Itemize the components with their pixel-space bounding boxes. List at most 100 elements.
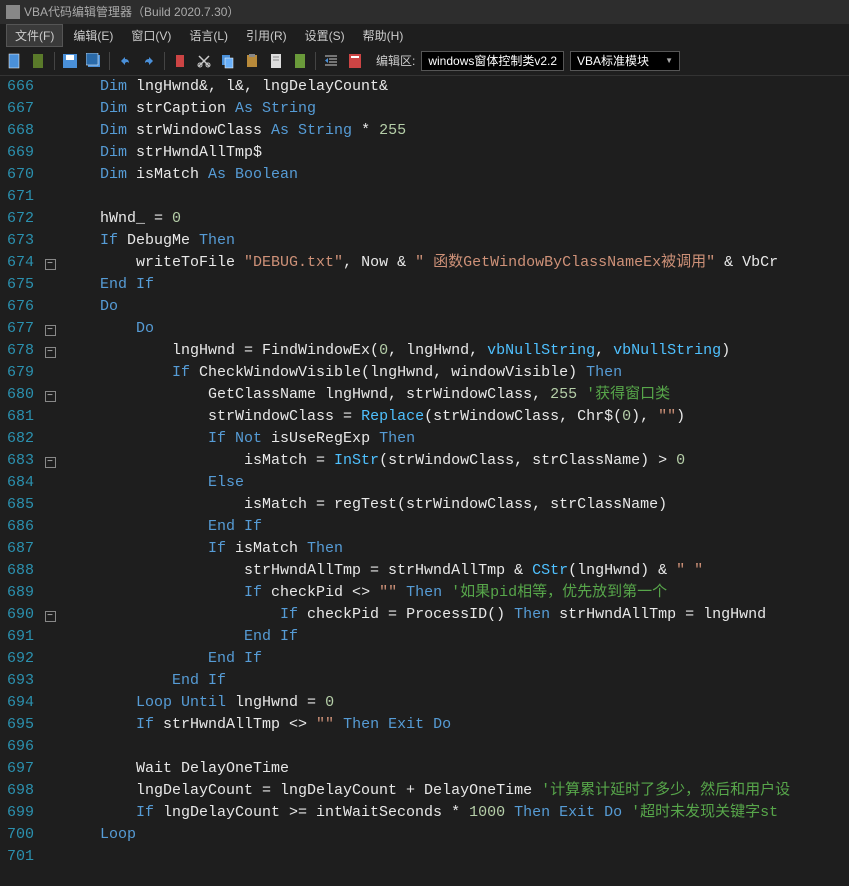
code-line[interactable]: If Not isUseRegExp Then — [60, 428, 849, 450]
window-title: VBA代码编辑管理器（Build 2020.7.30） — [24, 0, 239, 24]
line-number: 686 — [0, 516, 34, 538]
menu-help[interactable]: 帮助(H) — [355, 25, 412, 46]
menu-window[interactable]: 窗口(V) — [123, 25, 179, 46]
combo-type-value: VBA标准模块 — [577, 52, 649, 69]
code-line[interactable]: Do — [60, 318, 849, 340]
undo-icon[interactable] — [116, 52, 134, 70]
combo-module[interactable]: windows窗体控制类v2.2 — [421, 51, 564, 71]
separator — [109, 52, 110, 70]
code-line[interactable]: lngDelayCount = lngDelayCount + DelayOne… — [60, 780, 849, 802]
copy-icon[interactable] — [219, 52, 237, 70]
separator — [315, 52, 316, 70]
fold-toggle[interactable]: − — [45, 391, 56, 402]
line-number: 678 — [0, 340, 34, 362]
code-line[interactable] — [60, 736, 849, 758]
line-number: 675 — [0, 274, 34, 296]
line-number: 673 — [0, 230, 34, 252]
line-number: 679 — [0, 362, 34, 384]
code-line[interactable]: Dim strWindowClass As String * 255 — [60, 120, 849, 142]
code-area[interactable]: Dim lngHwnd&, l&, lngDelayCount& Dim str… — [60, 76, 849, 886]
code-line[interactable]: lngHwnd = FindWindowEx(0, lngHwnd, vbNul… — [60, 340, 849, 362]
code-line[interactable]: isMatch = InStr(strWindowClass, strClass… — [60, 450, 849, 472]
paste-icon[interactable] — [243, 52, 261, 70]
code-line[interactable]: Dim strHwndAllTmp$ — [60, 142, 849, 164]
indent-icon[interactable] — [322, 52, 340, 70]
save-icon[interactable] — [61, 52, 79, 70]
line-number: 693 — [0, 670, 34, 692]
format-icon[interactable] — [346, 52, 364, 70]
line-number: 667 — [0, 98, 34, 120]
line-number: 684 — [0, 472, 34, 494]
doc1-icon[interactable] — [267, 52, 285, 70]
code-line[interactable]: If lngDelayCount >= intWaitSeconds * 100… — [60, 802, 849, 824]
combo-type[interactable]: VBA标准模块 ▼ — [570, 51, 680, 71]
menu-reference[interactable]: 引用(R) — [238, 25, 295, 46]
cut-icon[interactable] — [195, 52, 213, 70]
code-line[interactable]: If checkPid <> "" Then '如果pid相等，优先放到第一个 — [60, 582, 849, 604]
menu-settings[interactable]: 设置(S) — [297, 25, 353, 46]
code-line[interactable]: If checkPid = ProcessID() Then strHwndAl… — [60, 604, 849, 626]
code-line[interactable]: Do — [60, 296, 849, 318]
code-line[interactable]: End If — [60, 670, 849, 692]
titlebar: VBA代码编辑管理器（Build 2020.7.30） — [0, 0, 849, 24]
doc2-icon[interactable] — [291, 52, 309, 70]
code-line[interactable]: If isMatch Then — [60, 538, 849, 560]
line-number: 690 — [0, 604, 34, 626]
code-line[interactable]: Wait DelayOneTime — [60, 758, 849, 780]
code-line[interactable]: Dim lngHwnd&, l&, lngDelayCount& — [60, 76, 849, 98]
code-line[interactable]: strWindowClass = Replace(strWindowClass,… — [60, 406, 849, 428]
code-line[interactable]: Else — [60, 472, 849, 494]
fold-toggle[interactable]: − — [45, 347, 56, 358]
line-number: 691 — [0, 626, 34, 648]
fold-toggle[interactable]: − — [45, 259, 56, 270]
menu-file[interactable]: 文件(F) — [6, 24, 63, 47]
fold-toggle[interactable]: − — [45, 457, 56, 468]
code-line[interactable]: If DebugMe Then — [60, 230, 849, 252]
line-number: 701 — [0, 846, 34, 868]
fold-toggle[interactable]: − — [45, 325, 56, 336]
code-line[interactable]: Loop — [60, 824, 849, 846]
line-number: 680 — [0, 384, 34, 406]
code-line[interactable]: End If — [60, 648, 849, 670]
code-line[interactable] — [60, 186, 849, 208]
new-file-icon[interactable] — [6, 52, 24, 70]
line-number-gutter: 6666676686696706716726736746756766776786… — [0, 76, 40, 886]
code-line[interactable]: writeToFile "DEBUG.txt", Now & " 函数GetWi… — [60, 252, 849, 274]
code-line[interactable]: Dim strCaption As String — [60, 98, 849, 120]
code-line[interactable]: End If — [60, 274, 849, 296]
line-number: 692 — [0, 648, 34, 670]
code-line[interactable] — [60, 846, 849, 868]
code-line[interactable]: Dim isMatch As Boolean — [60, 164, 849, 186]
fold-column[interactable]: − − − − − − — [40, 76, 60, 886]
save-all-icon[interactable] — [85, 52, 103, 70]
line-number: 699 — [0, 802, 34, 824]
menu-edit[interactable]: 编辑(E) — [65, 25, 121, 46]
app-icon — [6, 5, 20, 19]
code-line[interactable]: GetClassName lngHwnd, strWindowClass, 25… — [60, 384, 849, 406]
fold-toggle[interactable]: − — [45, 611, 56, 622]
separator — [164, 52, 165, 70]
code-line[interactable]: Loop Until lngHwnd = 0 — [60, 692, 849, 714]
code-line[interactable]: End If — [60, 516, 849, 538]
separator — [54, 52, 55, 70]
code-line[interactable]: If strHwndAllTmp <> "" Then Exit Do — [60, 714, 849, 736]
line-number: 700 — [0, 824, 34, 846]
code-line[interactable]: isMatch = regTest(strWindowClass, strCla… — [60, 494, 849, 516]
line-number: 694 — [0, 692, 34, 714]
open-file-icon[interactable] — [30, 52, 48, 70]
line-number: 682 — [0, 428, 34, 450]
code-line[interactable]: End If — [60, 626, 849, 648]
code-line[interactable]: strHwndAllTmp = strHwndAllTmp & CStr(lng… — [60, 560, 849, 582]
delete-icon[interactable] — [171, 52, 189, 70]
code-line[interactable]: hWnd_ = 0 — [60, 208, 849, 230]
line-number: 696 — [0, 736, 34, 758]
redo-icon[interactable] — [140, 52, 158, 70]
line-number: 669 — [0, 142, 34, 164]
line-number: 698 — [0, 780, 34, 802]
line-number: 674 — [0, 252, 34, 274]
line-number: 671 — [0, 186, 34, 208]
code-line[interactable]: If CheckWindowVisible(lngHwnd, windowVis… — [60, 362, 849, 384]
line-number: 689 — [0, 582, 34, 604]
menu-language[interactable]: 语言(L) — [181, 25, 236, 46]
code-editor[interactable]: 6666676686696706716726736746756766776786… — [0, 76, 849, 886]
